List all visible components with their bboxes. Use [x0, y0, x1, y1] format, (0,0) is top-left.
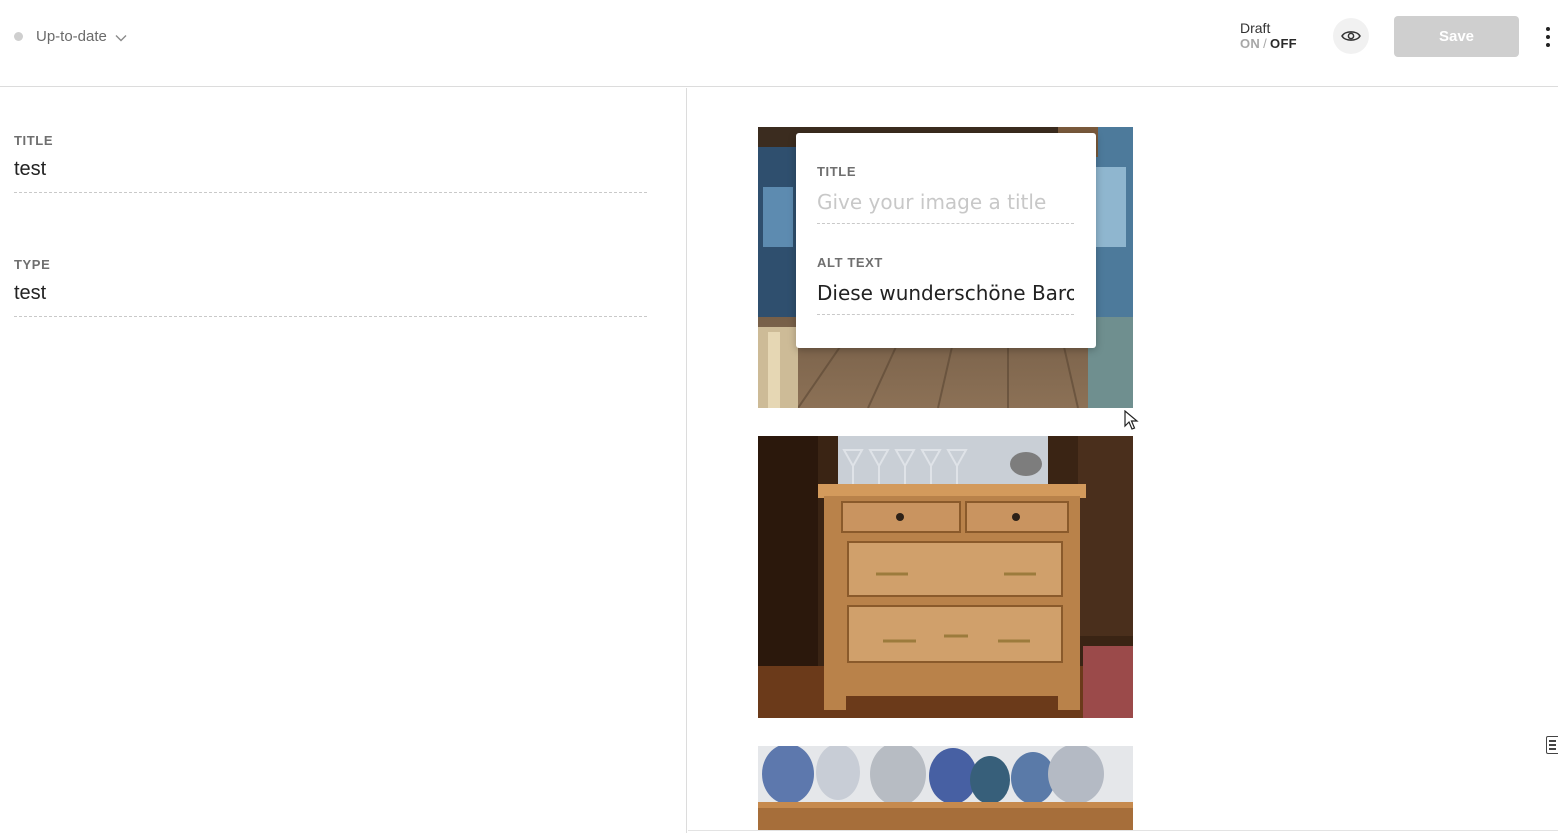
draft-separator: / — [1263, 36, 1268, 51]
form-panel: TITLE test TYPE test — [0, 88, 687, 833]
title-label: TITLE — [14, 133, 54, 148]
more-vertical-icon[interactable] — [1540, 25, 1556, 49]
type-input[interactable]: test — [14, 282, 647, 317]
type-field: TYPE test — [14, 257, 647, 317]
gallery-image[interactable] — [758, 746, 1133, 831]
title-field: TITLE test — [14, 133, 647, 193]
divider — [688, 830, 1558, 831]
draft-toggle-group: Draft ON / OFF — [1240, 20, 1297, 52]
stoneware-jugs-photo — [758, 746, 1133, 831]
chest-of-drawers-photo — [758, 436, 1133, 718]
top-bar: Up-to-date Draft ON / OFF Save — [0, 0, 1558, 87]
draft-toggle[interactable]: ON / OFF — [1240, 36, 1297, 52]
preview-button[interactable] — [1333, 18, 1369, 54]
list-panel-icon[interactable] — [1546, 736, 1558, 754]
draft-label: Draft — [1240, 20, 1271, 36]
image-title-label: TITLE — [817, 164, 857, 179]
alt-text-input[interactable] — [817, 280, 1074, 315]
draft-on-option[interactable]: ON — [1240, 36, 1260, 51]
title-input[interactable]: test — [14, 158, 647, 193]
draft-off-option[interactable]: OFF — [1270, 36, 1297, 51]
save-button[interactable]: Save — [1394, 16, 1519, 57]
type-label: TYPE — [14, 257, 51, 272]
image-title-field: TITLE — [817, 164, 1074, 224]
status-dropdown[interactable]: Up-to-date — [14, 26, 127, 46]
chevron-down-icon — [115, 35, 127, 42]
gallery-image[interactable] — [758, 436, 1133, 718]
image-title-input[interactable] — [817, 189, 1074, 224]
eye-icon — [1341, 31, 1361, 41]
status-dot-icon — [14, 31, 23, 41]
image-meta-popover: TITLE ALT TEXT — [796, 133, 1096, 348]
alt-text-field: ALT TEXT — [817, 255, 1074, 315]
image-gallery-panel: TITLE ALT TEXT — [688, 88, 1558, 833]
alt-text-label: ALT TEXT — [817, 255, 883, 270]
status-label: Up-to-date — [36, 27, 107, 45]
